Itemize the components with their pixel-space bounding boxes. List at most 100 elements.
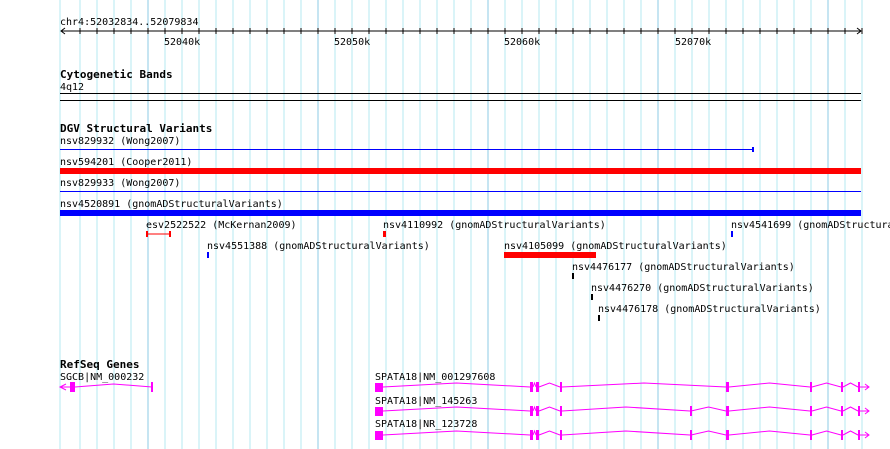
intron	[382, 382, 531, 388]
sv-bar[interactable]	[731, 231, 733, 237]
exon	[726, 382, 729, 392]
tick-label: 52070k	[675, 37, 711, 48]
exon	[560, 382, 562, 392]
sv-feature[interactable]: nsv4110992 (gnomADStructuralVariants)	[383, 220, 606, 237]
exon	[690, 406, 692, 416]
sv-bar[interactable]	[572, 273, 574, 279]
exon	[841, 406, 843, 416]
intron	[728, 406, 811, 412]
sv-label: nsv4476177 (gnomADStructuralVariants)	[572, 262, 795, 273]
cytoband-track: Cytogenetic Bands 4q12	[60, 68, 861, 101]
sv-label: nsv4476178 (gnomADStructuralVariants)	[598, 304, 821, 315]
gene-label: SPATA18|NM_001297608	[375, 372, 495, 383]
intron	[811, 382, 842, 388]
sv-label: nsv4551388 (gnomADStructuralVariants)	[207, 241, 430, 252]
exon	[560, 430, 562, 440]
sv-label: nsv4105099 (gnomADStructuralVariants)	[504, 241, 727, 252]
sv-label: nsv4520891 (gnomADStructuralVariants)	[60, 199, 283, 210]
intron	[561, 406, 691, 412]
track-title: DGV Structural Variants	[60, 122, 212, 135]
sv-label: nsv594201 (Cooper2011)	[60, 157, 192, 168]
intron	[538, 430, 561, 436]
intron	[538, 406, 561, 412]
intron	[532, 381, 537, 388]
intron	[382, 430, 531, 436]
sv-label: nsv4476270 (gnomADStructuralVariants)	[591, 283, 814, 294]
refseq-track: RefSeq Genes SGCB|NM_000232 SPATA18|NM_00…	[58, 358, 870, 440]
sv-bar[interactable]	[598, 315, 600, 321]
sv-feature[interactable]: nsv4476177 (gnomADStructuralVariants)	[572, 262, 795, 279]
gene-feature[interactable]: SPATA18|NR_123728	[375, 419, 870, 440]
intron	[811, 430, 842, 436]
exon	[858, 406, 860, 416]
ruler[interactable]: chr4:52032834..52079834 52040k 52050k 52…	[60, 17, 863, 48]
intron	[382, 406, 531, 412]
dgv-track: DGV Structural Variants nsv829932 (Wong2…	[60, 122, 890, 321]
gene-end-mark	[151, 382, 153, 392]
sv-label: nsv4110992 (gnomADStructuralVariants)	[383, 220, 606, 231]
gene-label: SPATA18|NR_123728	[375, 419, 477, 430]
exon	[690, 430, 692, 440]
intron	[532, 405, 537, 412]
sv-bar[interactable]	[383, 231, 386, 237]
exon	[841, 430, 843, 440]
sv-feature[interactable]: nsv829933 (Wong2007)	[60, 178, 861, 192]
sv-bar[interactable]	[504, 252, 596, 258]
sv-label: esv2522522 (McKernan2009)	[146, 220, 297, 231]
exon	[536, 406, 539, 416]
sv-end-mark	[169, 231, 171, 237]
sv-feature[interactable]: nsv594201 (Cooper2011)	[60, 157, 861, 174]
intron	[728, 430, 811, 436]
exon	[841, 382, 843, 392]
exon	[70, 382, 75, 392]
gene-label: SGCB|NM_000232	[60, 372, 144, 383]
tick-label: 52060k	[504, 37, 540, 48]
intron	[728, 382, 811, 388]
exon	[858, 382, 860, 392]
sv-label: nsv829932 (Wong2007)	[60, 136, 180, 147]
sv-bar[interactable]	[591, 294, 593, 300]
sv-end-mark	[146, 231, 148, 237]
exon	[810, 406, 812, 416]
exon	[560, 406, 562, 416]
intron	[811, 406, 842, 412]
cytoband-label: 4q12	[60, 82, 84, 93]
exon	[530, 430, 533, 440]
sv-label: nsv4541699 (gnomADStructuralVariants)	[731, 220, 890, 231]
gene-feature[interactable]: SGCB|NM_000232	[58, 372, 153, 392]
track-title: Cytogenetic Bands	[60, 68, 173, 81]
intron	[532, 429, 537, 436]
gene-feature[interactable]: SPATA18|NM_001297608	[375, 372, 870, 392]
exon	[375, 431, 383, 440]
intron	[561, 430, 691, 436]
sv-feature[interactable]: nsv829932 (Wong2007)	[60, 136, 754, 152]
sv-end-mark	[752, 147, 754, 152]
gene-label: SPATA18|NM_145263	[375, 396, 477, 407]
exon	[726, 406, 729, 416]
genome-browser-panel[interactable]: chr4:52032834..52079834 52040k 52050k 52…	[0, 0, 890, 449]
exon	[530, 382, 533, 392]
exon	[536, 430, 539, 440]
exon	[536, 382, 539, 392]
exon	[858, 430, 860, 440]
sv-feature[interactable]: nsv4105099 (gnomADStructuralVariants)	[504, 241, 727, 258]
exon	[375, 383, 383, 392]
exon	[375, 407, 383, 416]
sv-feature[interactable]: nsv4520891 (gnomADStructuralVariants)	[60, 199, 861, 216]
exon	[810, 430, 812, 440]
exon	[810, 382, 812, 392]
exon	[726, 430, 729, 440]
location-label: chr4:52032834..52079834	[60, 17, 198, 28]
gene-feature[interactable]: SPATA18|NM_145263	[375, 396, 870, 416]
track-title: RefSeq Genes	[60, 358, 139, 371]
sv-bar[interactable]	[60, 168, 861, 174]
intron	[538, 382, 561, 388]
exon	[530, 406, 533, 416]
tick-label: 52050k	[334, 37, 370, 48]
intron	[561, 382, 727, 388]
sv-label: nsv829933 (Wong2007)	[60, 178, 180, 189]
sv-bar[interactable]	[207, 252, 209, 258]
sv-bar[interactable]	[60, 210, 861, 216]
sv-feature[interactable]: esv2522522 (McKernan2009)	[146, 220, 297, 237]
tick-label: 52040k	[164, 37, 200, 48]
